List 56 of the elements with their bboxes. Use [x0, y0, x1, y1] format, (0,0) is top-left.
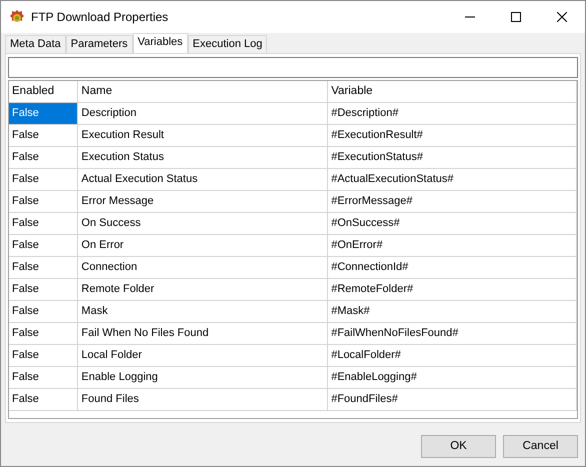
- table-cell[interactable]: False: [9, 367, 78, 389]
- close-icon: [557, 12, 567, 22]
- input-field[interactable]: [8, 57, 578, 78]
- table-cell[interactable]: #ActualExecutionStatus#: [328, 169, 577, 191]
- tab[interactable]: Parameters: [66, 35, 133, 53]
- table-cell[interactable]: On Error: [78, 235, 328, 257]
- dialog-button[interactable]: OK: [421, 435, 496, 458]
- table-cell[interactable]: #Description#: [328, 103, 577, 125]
- table-cell[interactable]: False: [9, 213, 78, 235]
- table-cell[interactable]: False: [9, 323, 78, 345]
- table-cell[interactable]: Description: [78, 103, 328, 125]
- app-icon: [9, 9, 25, 25]
- table-cell[interactable]: False: [9, 279, 78, 301]
- table-cell[interactable]: False: [9, 235, 78, 257]
- table-cell[interactable]: #LocalFolder#: [328, 345, 577, 367]
- column-header[interactable]: Variable: [328, 81, 577, 103]
- maximize-icon: [511, 12, 521, 22]
- tab[interactable]: Execution Log: [188, 35, 268, 53]
- table-cell[interactable]: False: [9, 169, 78, 191]
- tab[interactable]: Variables: [132, 33, 188, 53]
- table-cell[interactable]: Fail When No Files Found: [78, 323, 328, 345]
- table-cell[interactable]: False: [9, 389, 78, 411]
- table-cell[interactable]: #ConnectionId#: [328, 257, 577, 279]
- tab[interactable]: Meta Data: [5, 35, 66, 53]
- table-cell[interactable]: Connection: [78, 257, 328, 279]
- table-cell[interactable]: False: [9, 345, 78, 367]
- table-cell[interactable]: False: [9, 125, 78, 147]
- table-cell[interactable]: Error Message: [78, 191, 328, 213]
- table-cell[interactable]: False: [9, 191, 78, 213]
- table-cell[interactable]: Remote Folder: [78, 279, 328, 301]
- table-cell[interactable]: #RemoteFolder#: [328, 279, 577, 301]
- table-cell[interactable]: #ExecutionResult#: [328, 125, 577, 147]
- table-cell[interactable]: #FoundFiles#: [328, 389, 577, 411]
- table-cell[interactable]: False: [9, 103, 78, 125]
- column-header[interactable]: Name: [78, 81, 328, 103]
- table-cell[interactable]: Execution Status: [78, 147, 328, 169]
- table-cell[interactable]: Actual Execution Status: [78, 169, 328, 191]
- column-header[interactable]: Enabled: [9, 81, 78, 103]
- table-cell[interactable]: #FailWhenNoFilesFound#: [328, 323, 577, 345]
- table-cell[interactable]: #ErrorMessage#: [328, 191, 577, 213]
- dialog-button[interactable]: Cancel: [503, 435, 578, 458]
- table-cell[interactable]: False: [9, 147, 78, 169]
- table-cell[interactable]: False: [9, 257, 78, 279]
- window-title: FTP Download Properties: [31, 9, 170, 26]
- table-cell[interactable]: Local Folder: [78, 345, 328, 367]
- table-cell[interactable]: Execution Result: [78, 125, 328, 147]
- table-cell[interactable]: #EnableLogging#: [328, 367, 577, 389]
- table-cell[interactable]: #ExecutionStatus#: [328, 147, 577, 169]
- table-cell[interactable]: #Mask#: [328, 301, 577, 323]
- table-cell[interactable]: #OnError#: [328, 235, 577, 257]
- table-cell[interactable]: #OnSuccess#: [328, 213, 577, 235]
- table-cell[interactable]: Found Files: [78, 389, 328, 411]
- table-cell[interactable]: Enable Logging: [78, 367, 328, 389]
- table-cell[interactable]: Mask: [78, 301, 328, 323]
- table-cell[interactable]: False: [9, 301, 78, 323]
- table-cell[interactable]: On Success: [78, 213, 328, 235]
